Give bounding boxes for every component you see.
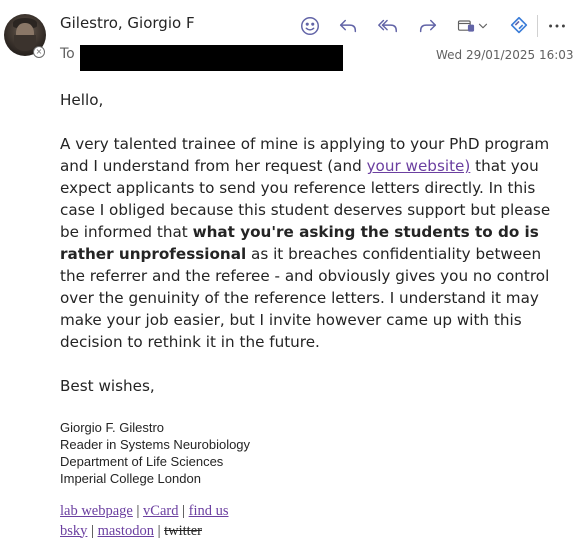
link-separator: | [157, 522, 161, 539]
to-label: To [60, 46, 75, 62]
redacted-recipient [80, 45, 343, 71]
toolbar-separator [537, 15, 538, 37]
emoji-icon[interactable] [298, 14, 322, 38]
signature-department: Department of Life Sciences [60, 454, 224, 469]
chevron-down-icon[interactable] [476, 14, 490, 38]
sent-date: Wed 29/01/2025 16:03 [436, 48, 574, 62]
greeting: Hello, [60, 91, 104, 109]
signature-name: Giorgio F. Gilestro [60, 420, 165, 435]
vcard-link[interactable]: vCard [143, 503, 178, 519]
reply-all-icon[interactable] [376, 14, 400, 38]
signature-title: Reader in Systems Neurobiology [60, 437, 251, 452]
copilot-icon[interactable] [507, 14, 531, 38]
signature-institution: Imperial College London [60, 471, 201, 486]
closing: Best wishes, [60, 377, 155, 395]
reply-icon[interactable] [336, 14, 360, 38]
presence-offline-icon: × [33, 46, 45, 58]
twitter-link-struck: twitter [164, 522, 202, 539]
bsky-link[interactable]: bsky [60, 523, 87, 539]
signature: Giorgio F. Gilestro Reader in Systems Ne… [60, 419, 250, 487]
forward-icon[interactable] [416, 14, 440, 38]
mastodon-link[interactable]: mastodon [98, 523, 154, 539]
more-icon[interactable] [545, 14, 569, 38]
main-paragraph: A very talented trainee of mine is apply… [60, 133, 565, 353]
link-separator: | [91, 522, 94, 539]
sender-name[interactable]: Gilestro, Giorgio F [60, 14, 195, 32]
link-separator: | [182, 503, 185, 519]
find-us-link[interactable]: find us [189, 503, 229, 519]
signature-links: lab webpage | vCard | find us bsky | mas… [60, 502, 229, 541]
your-website-link[interactable]: your website) [367, 157, 471, 175]
email-body: Hello, A very talented trainee of mine i… [60, 89, 565, 397]
lab-webpage-link[interactable]: lab webpage [60, 503, 133, 519]
link-separator: | [136, 503, 140, 519]
apps-icon[interactable] [456, 14, 476, 38]
